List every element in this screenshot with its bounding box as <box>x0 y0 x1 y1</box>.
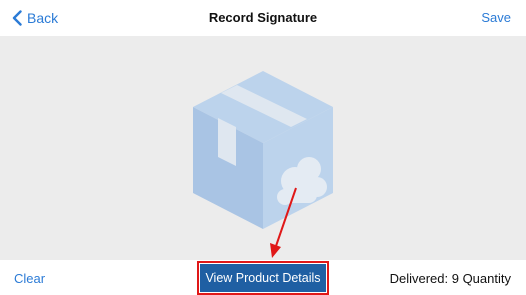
highlight-frame: View Product Details <box>197 261 329 295</box>
delivered-quantity: Delivered: 9 Quantity <box>389 271 511 286</box>
footer-toolbar: Clear View Product Details Delivered: 9 … <box>0 260 526 295</box>
navigation-bar: Back Record Signature Save <box>0 0 526 36</box>
page-title: Record Signature <box>208 10 318 25</box>
view-product-details-button[interactable]: View Product Details <box>200 264 326 292</box>
signature-canvas[interactable] <box>0 36 526 260</box>
clear-button[interactable]: Clear <box>14 271 45 286</box>
package-cloud-icon <box>193 71 333 229</box>
save-button[interactable]: Save <box>481 10 511 25</box>
